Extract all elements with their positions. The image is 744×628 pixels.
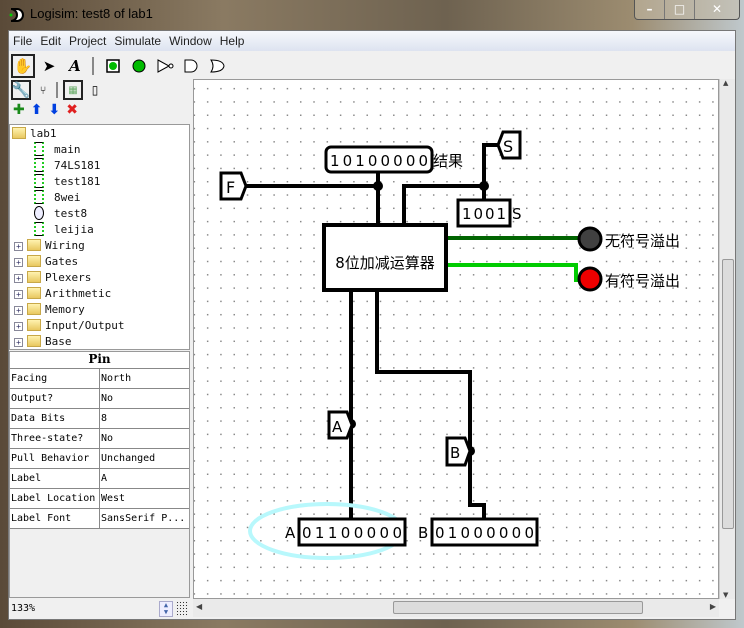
wire-f[interactable] [245, 172, 380, 225]
led-unsigned-overflow [577, 226, 603, 252]
junction-dot [373, 181, 383, 191]
tunnel-b-label: B [450, 444, 460, 462]
s-probe-label: S [512, 205, 522, 223]
alu-label: 8位加减运算器 [335, 254, 435, 272]
circuit-drawing: F S 10100000 结果 1001 S 8位加减运算器 无符号溢出 有符号… [219, 130, 680, 560]
wire-b[interactable] [375, 290, 486, 519]
pin-b-label: B [418, 524, 428, 542]
tunnel-f-label: F [226, 178, 235, 197]
wire-signed-overflow[interactable] [446, 263, 578, 282]
tunnel-a-label: A [332, 418, 343, 436]
result-label: 结果 [433, 152, 463, 170]
junction-dot [479, 181, 489, 191]
s-value: 1001 [462, 205, 506, 223]
pin-a-label: A [285, 524, 296, 542]
tunnel-s-label: S [503, 137, 513, 156]
led-unsigned-label: 无符号溢出 [605, 232, 680, 250]
led-signed-overflow [577, 266, 603, 292]
led-signed-label: 有符号溢出 [605, 272, 680, 290]
